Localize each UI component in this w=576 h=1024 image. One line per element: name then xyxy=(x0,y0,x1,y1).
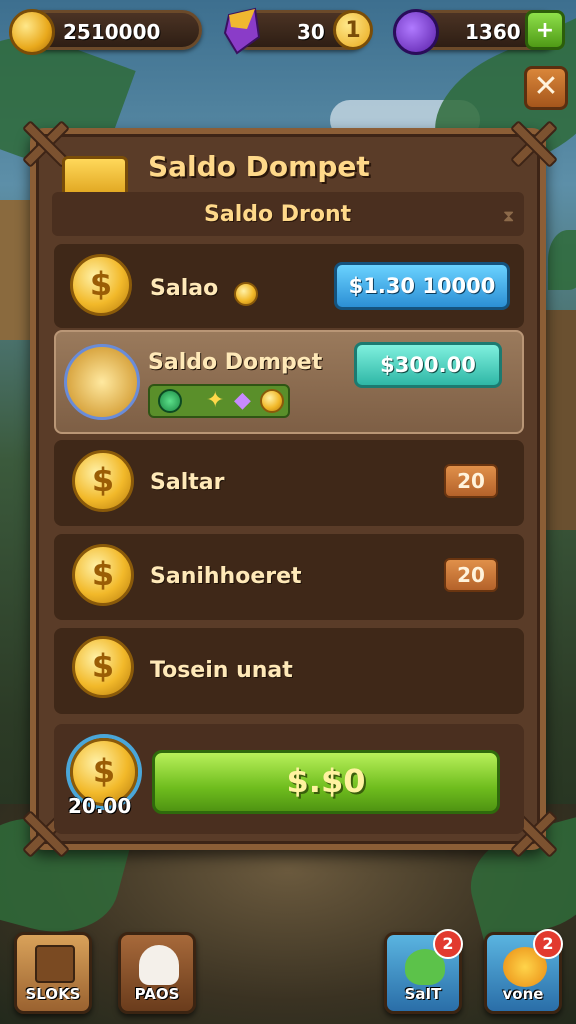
hut-roof xyxy=(0,200,34,340)
purchase-button[interactable]: $.$0 xyxy=(152,750,500,814)
energy-orb-icon xyxy=(393,9,439,55)
bonus-row-label: Sanihhoeret xyxy=(150,564,302,589)
gem-counter: 30 1 xyxy=(223,7,373,55)
coin-stack-icon xyxy=(234,282,258,306)
nav-shop-button[interactable]: SLOKS xyxy=(14,932,92,1014)
crystal-icon xyxy=(223,7,261,55)
energy-counter: 1360 + xyxy=(393,9,565,55)
star-icon: ✦ xyxy=(206,388,225,413)
info-row-label: Tosein unat xyxy=(150,658,293,683)
panel-corner-decoration xyxy=(510,120,554,164)
wallet-value-button[interactable]: $300.00 xyxy=(354,342,502,388)
energy-amount: 1360 xyxy=(465,20,521,44)
coin-counter: 2510000 xyxy=(9,9,202,55)
dollar-coin-icon: $ xyxy=(70,254,132,316)
close-button[interactable]: ✕ xyxy=(524,66,568,110)
dollar-coin-icon: $ xyxy=(72,544,134,606)
wallet-row-label: Saldo Dompet xyxy=(148,350,323,375)
hut-wall xyxy=(546,310,576,530)
nav-shop-label: SLOKS xyxy=(25,985,81,1003)
hourglass-icon: ⧗ xyxy=(503,206,515,225)
gem-bonus-strip: ✦ ◆ xyxy=(148,384,290,418)
balance-value-button[interactable]: $1.30 10000 xyxy=(334,262,510,310)
notification-badge: 2 xyxy=(533,929,563,959)
bush-leaf xyxy=(548,230,576,290)
house-icon xyxy=(35,945,75,983)
panel-subtitle: Saldo Dront xyxy=(204,202,352,227)
treasure-bundle-icon xyxy=(64,344,140,420)
gold-coin-icon xyxy=(260,389,284,413)
reward-row-label: Saltar xyxy=(150,470,225,495)
ghost-icon xyxy=(139,945,179,985)
nav-pass-label: PAOS xyxy=(134,985,180,1003)
notification-badge: 2 xyxy=(433,929,463,959)
add-energy-button[interactable]: + xyxy=(525,10,565,50)
panel-title: Saldo Dompet xyxy=(148,150,370,183)
purple-gem-icon: ◆ xyxy=(234,388,251,413)
balance-row-label: Salao xyxy=(150,276,219,301)
coin-amount: 2510000 xyxy=(63,20,161,44)
gold-coin-icon xyxy=(9,9,55,55)
green-gem-icon xyxy=(158,389,182,413)
price-label: 20.00 xyxy=(68,794,132,818)
gem-amount: 30 xyxy=(297,20,325,44)
nav-vone-button[interactable]: 2 vone xyxy=(484,929,563,1014)
nav-start-button[interactable]: 2 SaIT xyxy=(384,929,463,1014)
dollar-coin-icon: $ xyxy=(72,450,134,512)
coin-stack-icon: $ xyxy=(72,636,134,698)
bonus-row-count: 20 xyxy=(444,558,498,592)
nav-pass-button[interactable]: PAOS xyxy=(118,932,196,1014)
reward-row-count: 20 xyxy=(444,464,498,498)
nav-vone-label: vone xyxy=(502,985,544,1003)
nav-start-label: SaIT xyxy=(404,985,442,1003)
add-gems-button[interactable]: 1 xyxy=(333,10,373,50)
